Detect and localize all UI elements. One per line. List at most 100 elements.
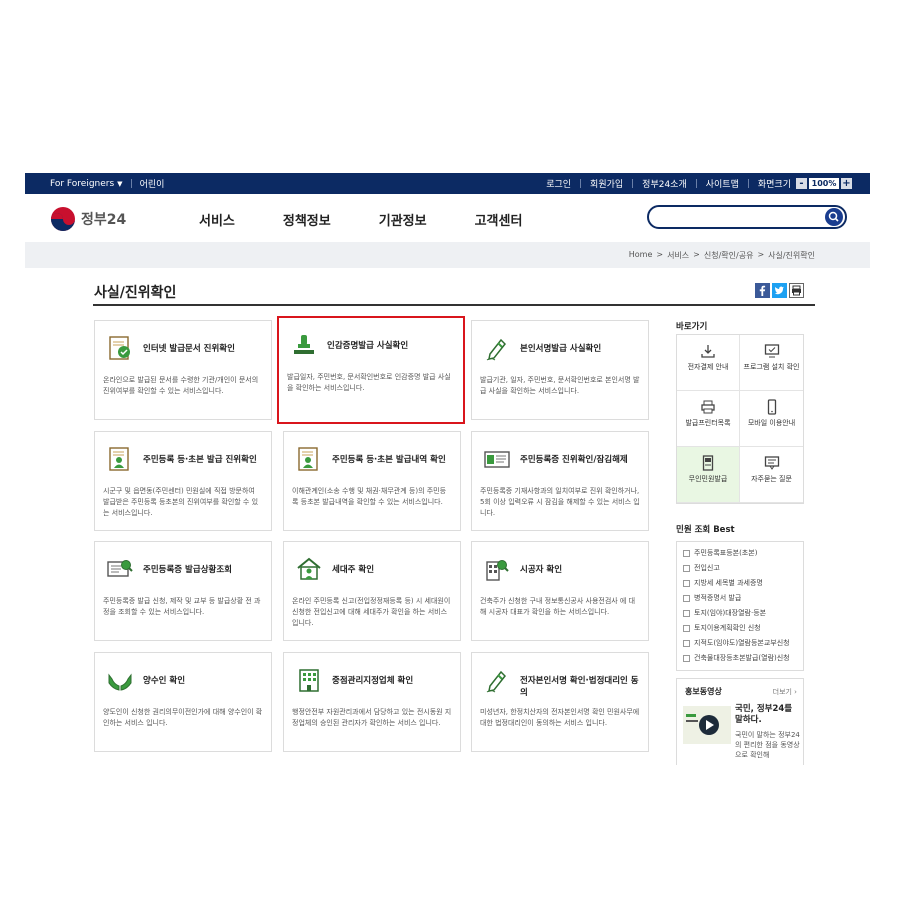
nav-policy[interactable]: 정책정보 [283,210,331,229]
best-item[interactable]: 지방세 세목별 과세증명 [683,576,797,591]
card-title: 주민등록 등·초본 발급내역 확인 [332,455,446,465]
sitemap-link[interactable]: 사이트맵 [706,177,739,190]
best-item[interactable]: 전입신고 [683,561,797,576]
best-item[interactable]: 토지이용계획확인 신청 [683,621,797,636]
quick-unmanned-kiosk[interactable]: 무인민원발급 [677,447,740,503]
promo-more-link[interactable]: 더보기 › [773,687,797,697]
card-e-signature-consent[interactable]: 전자본인서명 확인·법정대리인 동의 미성년자, 한정치산자의 전자본인서명 확… [471,652,649,752]
card-title: 전자본인서명 확인·법정대리인 동의 [520,676,639,698]
promo-headline[interactable]: 국민, 정부24를 말하다. [735,704,801,726]
best-item[interactable]: 주민등록표등본(초본) [683,546,797,561]
resident-doc-icon [109,447,129,471]
seal-stamp-icon [294,335,314,354]
pen-sign-icon [486,338,507,361]
house-person-icon [297,557,321,580]
promo-video-thumbnail[interactable] [683,706,731,744]
divider [747,179,749,188]
print-icon[interactable] [789,283,804,298]
logo-text: 정부24 [81,212,127,228]
twitter-icon[interactable] [772,283,787,298]
logo[interactable]: 정부24 [50,206,126,232]
card-transferee-confirm[interactable]: 양수인 확인 양도인이 신청한 권리의무이전인가에 대해 양수인이 확인하는 서… [94,652,272,752]
card-desc: 온라인 주민등록 신고(전입정정재등록 등) 시 세대원이 신청한 전입신고에 … [292,597,451,627]
crumb-apply[interactable]: 신청/확인/공유 [704,250,754,261]
best-item[interactable]: 병적증명서 발급 [683,591,797,606]
building-search-icon [486,560,509,581]
zoom-label: 화면크기 [757,180,791,190]
divider [130,179,132,188]
bullet-icon [683,624,690,632]
crumb-current[interactable]: 사실/진위확인 [768,250,815,261]
main-header: 정부24 서비스 정책정보 기관정보 고객센터 [25,194,870,242]
promo-video-box: 홍보동영상 더보기 › 국민, 정부24를 말하다. 국민이 말하는 정부24의… [676,678,804,765]
card-resident-copy-history[interactable]: 주민등록 등·초본 발급내역 확인 이해관계인(소송 수행 및 채권·채무관계 … [283,431,461,531]
card-desc: 미성년자, 한정치산자의 전자본인서명 확인 민원사무에 대한 법정대리인이 동… [480,708,640,727]
crumb-home[interactable]: Home [629,250,653,261]
play-icon [686,714,719,735]
id-card-icon [484,451,510,468]
best-item[interactable]: 건축물대장등초본발급(열람)신청 [683,651,797,666]
title-underline [93,304,815,306]
best-item[interactable]: 지적도(임야도)열람등본교부신청 [683,636,797,651]
card-priority-company-confirm[interactable]: 중점관리지정업체 확인 행정안전부 자원관리과에서 담당하고 있는 전시동원 지… [283,652,461,752]
breadcrumb-band: Home > 서비스 > 신청/확인/공유 > 사실/진위확인 [25,242,870,268]
building-icon [299,669,319,692]
best-item[interactable]: 토지(임야)대장열람·등본 [683,606,797,621]
crumb-separator: > [693,250,700,259]
bullet-icon [683,639,690,647]
bullet-icon [683,549,690,557]
right-sidebar: 바로가기 전자결제 안내 프로그램 설치 확인 발급프린터목록 모바일 이용안내… [676,320,806,765]
caret-down-icon: ▼ [117,179,123,188]
best-services: 민원 조회 Best 주민등록표등본(초본) 전입신고 지방세 세목별 과세증명… [676,523,804,671]
mobile-icon [767,399,776,415]
quick-program-check[interactable]: 프로그램 설치 확인 [740,335,803,391]
search-input[interactable] [659,210,823,226]
quick-label: 전자결제 안내 [687,363,729,371]
search-button[interactable] [825,208,843,226]
zoom-in-button[interactable]: + [841,178,852,189]
download-icon [701,345,715,358]
divider [580,179,582,188]
printer-icon [701,400,715,414]
card-internet-doc-verify[interactable]: 인터넷 발급문서 진위확인 온라인으로 발급된 문서를 수령한 기관/개인이 문… [94,320,272,420]
signup-link[interactable]: 회원가입 [590,177,623,190]
search-box [647,205,847,229]
card-resident-copy-verify[interactable]: 주민등록 등·초본 발급 진위확인 시군구 및 읍면동(주민센터) 민원실에 직… [94,431,272,531]
quick-links-title: 바로가기 [676,322,708,332]
about-link[interactable]: 정부24소개 [642,177,687,190]
kids-link[interactable]: 어린이 [140,177,165,190]
best-list: 주민등록표등본(초본) 전입신고 지방세 세목별 과세증명 병적증명서 발급 토… [676,541,804,671]
chat-icon [764,456,779,470]
quick-printer-list[interactable]: 발급프린터목록 [677,391,740,447]
quick-payment-guide[interactable]: 전자결제 안내 [677,335,740,391]
card-id-card-verify[interactable]: 주민등록증 진위확인/잠김해제 주민등록증 기재사항과의 일치여부로 진위 확인… [471,431,649,531]
quick-faq[interactable]: 자주묻는 질문 [740,447,803,503]
card-id-card-status[interactable]: 주민등록증 발급상황조회 주민등록증 발급 신청, 제작 및 교부 등 발급상황… [94,541,272,641]
quick-mobile-guide[interactable]: 모바일 이용안내 [740,391,803,447]
card-householder-confirm[interactable]: 세대주 확인 온라인 주민등록 신고(전입정정재등록 등) 시 세대원이 신청한… [283,541,461,641]
card-title: 본인서명발급 사실확인 [520,344,602,354]
quick-label: 모바일 이용안내 [747,419,796,427]
login-link[interactable]: 로그인 [546,177,571,190]
card-constructor-confirm[interactable]: 시공자 확인 건축주가 신청한 구내 정보통신공사 사용전검사 에 대해 시공자… [471,541,649,641]
nav-agency[interactable]: 기관정보 [379,210,427,229]
card-desc: 이해관계인(소송 수행 및 채권·채무관계 등)의 주민등록 등초본 발급내역을… [292,487,447,506]
zoom-out-button[interactable]: - [796,178,807,189]
crumb-services[interactable]: 서비스 [667,250,689,261]
page-title: 사실/진위확인 [94,285,177,301]
bullet-icon [683,654,690,662]
card-seal-cert-verify[interactable]: 인감증명발급 사실확인 발급일자, 주민번호, 문서확인번호로 인감증명 발급 … [277,316,465,424]
search-icon [828,211,839,222]
for-foreigners-link[interactable]: For Foreigners ▼ [50,179,123,189]
quick-label: 무인민원발급 [688,475,728,483]
facebook-icon[interactable] [755,283,770,298]
nav-services[interactable]: 서비스 [199,210,235,229]
card-desc: 양도인이 신청한 권리의무이전인가에 대해 양수인이 확인하는 서비스 입니다. [103,708,263,727]
nav-support[interactable]: 고객센터 [475,210,523,229]
bullet-icon [683,564,690,572]
card-title: 주민등록 등·초본 발급 진위확인 [143,455,257,465]
card-signature-verify[interactable]: 본인서명발급 사실확인 발급기관, 일자, 주민번호, 문서확인번호로 본인서명… [471,320,649,420]
breadcrumb: Home > 서비스 > 신청/확인/공유 > 사실/진위확인 [629,250,815,261]
hands-icon [108,673,132,691]
card-desc: 시군구 및 읍면동(주민센터) 민원실에 직접 방문하여 발급받은 주민등록 등… [103,487,259,517]
